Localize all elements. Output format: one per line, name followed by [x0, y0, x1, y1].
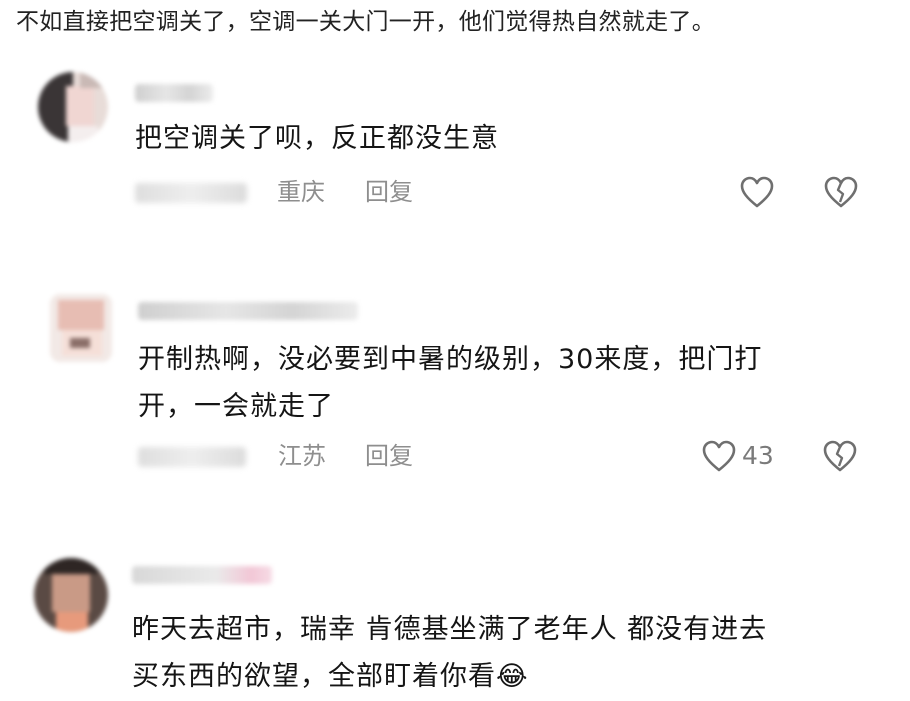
timestamp-blurred [138, 447, 246, 467]
comment-meta: 重庆 回复 [135, 175, 885, 209]
comment-text-continued: 开，一会就走了 [138, 391, 334, 422]
region-label: 江苏 [278, 442, 326, 470]
heart-outline-icon[interactable] [739, 175, 775, 213]
comment-item: 把空调关了呗，反正都没生意 重庆 回复 [0, 70, 910, 230]
avatar[interactable] [38, 72, 108, 142]
reply-button[interactable]: 回复 [365, 439, 413, 473]
reply-button[interactable]: 回复 [365, 175, 413, 209]
comment-text-continued: 买东西的欲望，全部盯着你看😂 [132, 661, 529, 692]
comment-meta: 江苏 回复 43 [138, 439, 888, 473]
intro-text: 不如直接把空调关了，空调一关大门一开，他们觉得热自然就走了。 [16, 9, 715, 35]
username-blurred[interactable] [138, 302, 358, 320]
comment-text: 把空调关了呗，反正都没生意 [135, 123, 499, 154]
avatar[interactable] [34, 558, 108, 632]
region-label: 重庆 [277, 178, 325, 206]
avatar[interactable] [50, 294, 112, 362]
comment-item: 昨天去超市，瑞幸 肯德基坐满了老年人 都没有进去 买东西的欲望，全部盯着你看😂 [0, 556, 910, 692]
heart-outline-icon[interactable] [701, 439, 737, 477]
comment-text: 开制热啊，没必要到中暑的级别，30来度，把门打 [138, 344, 763, 375]
timestamp-blurred [135, 183, 247, 203]
like-count: 43 [742, 441, 774, 470]
username-blurred[interactable] [132, 566, 272, 584]
broken-heart-icon[interactable] [823, 175, 859, 213]
broken-heart-icon[interactable] [822, 439, 858, 477]
comment-text: 昨天去超市，瑞幸 肯德基坐满了老年人 都没有进去 [132, 614, 768, 645]
username-blurred[interactable] [135, 84, 213, 102]
comment-item: 开制热啊，没必要到中暑的级别，30来度，把门打 开，一会就走了 江苏 回复 43 [0, 292, 910, 492]
